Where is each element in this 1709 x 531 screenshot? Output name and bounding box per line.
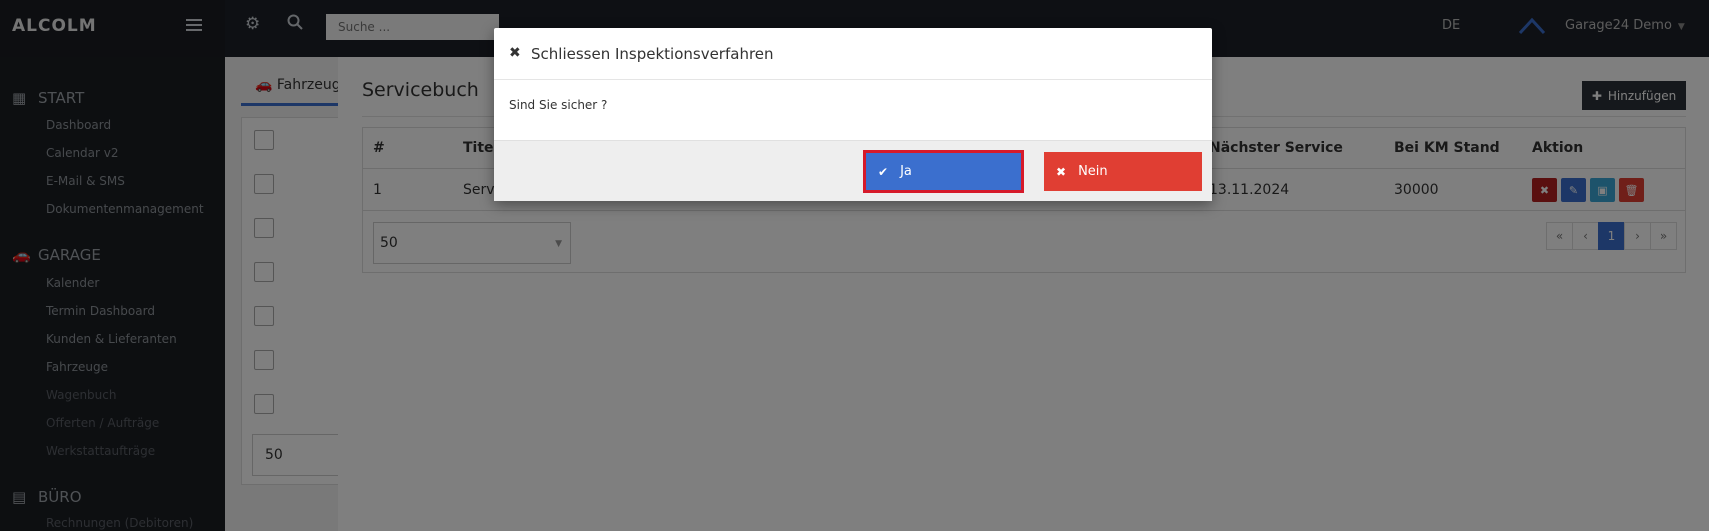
dialog-title: Schliessen Inspektionsverfahren (531, 45, 774, 63)
check-icon: ✔ (878, 164, 889, 179)
dialog-message: Sind Sie sicher ? (509, 98, 608, 112)
no-label: Nein (1078, 164, 1108, 179)
dialog-footer: ✔ Ja ✖ Nein (494, 140, 1212, 201)
confirm-dialog: ✖ Schliessen Inspektionsverfahren Sind S… (494, 28, 1212, 201)
close-icon: ✖ (509, 45, 521, 61)
yes-label: Ja (900, 164, 912, 179)
confirm-yes-button[interactable]: ✔ Ja (863, 150, 1024, 193)
close-icon: ✖ (1056, 164, 1067, 179)
dialog-header: ✖ Schliessen Inspektionsverfahren (494, 28, 1212, 80)
confirm-no-button[interactable]: ✖ Nein (1044, 152, 1202, 191)
